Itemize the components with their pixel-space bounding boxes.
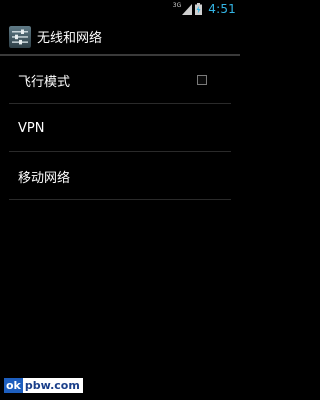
page-title: 无线和网络 [37,31,103,46]
list-item-vpn[interactable]: VPN [0,104,240,152]
watermark-domain: pbw.com [22,378,83,393]
list-item-mobile-network[interactable]: 移动网络 [0,152,240,200]
list-item-label: VPN [18,120,45,136]
list-divider [9,199,231,200]
watermark-prefix: ok [4,378,23,393]
list-item-label: 飞行模式 [18,74,71,90]
status-icons: 3G 4:51 [173,0,236,18]
settings-list: 飞行模式 VPN 移动网络 [0,56,240,200]
list-item-label: 移动网络 [18,170,71,186]
settings-sliders-icon[interactable] [0,25,31,48]
list-item-airplane-mode[interactable]: 飞行模式 [0,56,240,104]
battery-charging-icon [195,3,203,15]
watermark-logo: ok pbw.com [4,378,83,393]
status-bar: 3G 4:51 [0,0,240,18]
airplane-mode-checkbox[interactable] [197,75,207,85]
status-clock: 4:51 [208,2,236,16]
action-bar: 无线和网络 [0,18,240,55]
signal-bars-icon [182,3,193,15]
network-type-label: 3G [172,2,182,9]
